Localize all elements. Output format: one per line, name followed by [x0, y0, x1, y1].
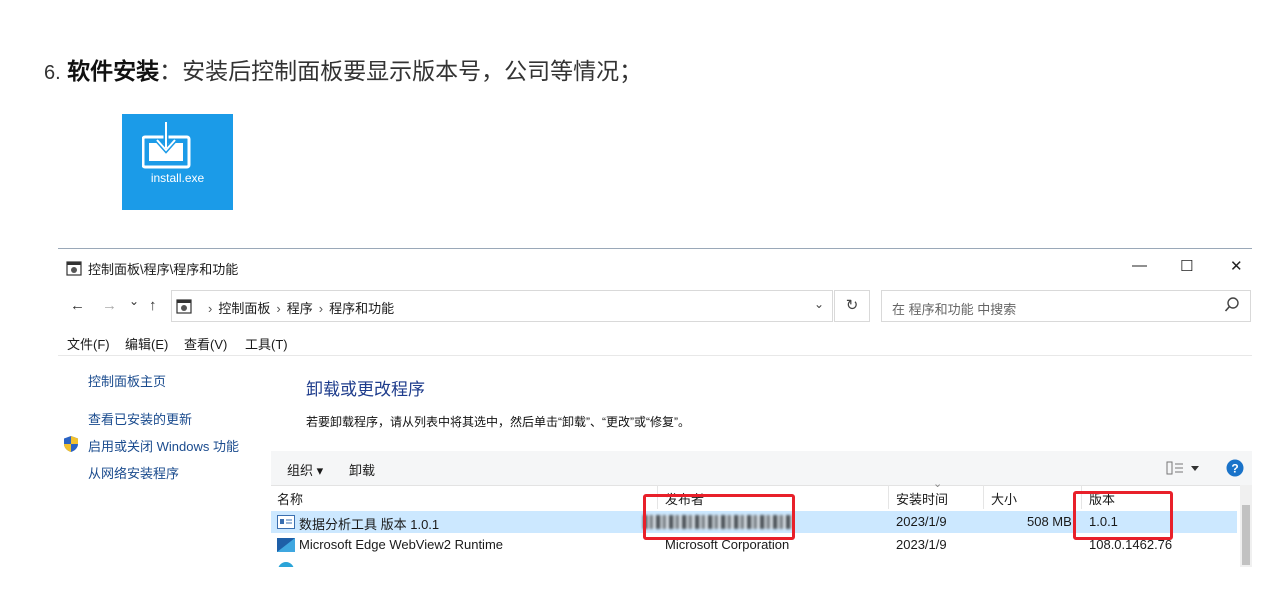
menu-view[interactable]: 查看(V)	[184, 334, 227, 353]
breadcrumb-separator: ›	[318, 301, 324, 316]
list-toolbar: 组织 ▾ 卸载 ?	[271, 451, 1252, 486]
help-icon[interactable]: ?	[1226, 459, 1244, 477]
search-input[interactable]: 在 程序和功能 中搜索	[881, 290, 1251, 322]
address-bar[interactable]: › 控制面板 › 程序 › 程序和功能 ⌄	[171, 290, 833, 322]
help-glyph: ?	[1231, 462, 1238, 476]
breadcrumb-separator: ›	[276, 301, 281, 316]
back-arrow-icon[interactable]: ←	[70, 297, 85, 314]
organize-button[interactable]: 组织 ▾	[287, 460, 323, 479]
step-title: 软件安装	[67, 58, 160, 84]
sort-indicator-icon: ⌄	[933, 478, 943, 490]
address-row: ← → ⌄ ↑ › 控制面板 › 程序 › 程序和功能 ⌄ ↻ 在 程序和功能 中搜索	[58, 289, 1252, 323]
step-heading: 6. 软件安装：安装后控制面板要显示版本号，公司等情况；	[44, 52, 642, 86]
scrollbar-thumb[interactable]	[1242, 505, 1250, 565]
breadcrumb-separator: ›	[208, 301, 213, 316]
page-subtitle: 若要卸载程序，请从列表中将其选中，然后单击“卸载”、“更改”或“修复”。	[306, 415, 690, 429]
search-placeholder: 在 程序和功能 中搜索	[892, 302, 1017, 317]
link-control-panel-home[interactable]: 控制面板主页	[88, 371, 166, 390]
cell-name: 数据分析工具 版本 1.0.1	[299, 517, 440, 532]
forward-arrow-icon[interactable]: →	[102, 297, 117, 314]
breadcrumb: › 控制面板 › 程序 › 程序和功能	[202, 298, 394, 317]
recent-locations-chevron-icon[interactable]: ⌄	[129, 294, 139, 308]
webview-runtime-icon	[277, 538, 295, 552]
close-button[interactable]: ✕	[1230, 257, 1243, 275]
menu-edit[interactable]: 编辑(E)	[125, 334, 168, 353]
cell-size: 508 MB	[1027, 514, 1072, 529]
page-title: 卸载或更改程序	[306, 380, 425, 399]
breadcrumb-programs[interactable]: 程序	[287, 301, 313, 316]
col-divider[interactable]	[888, 485, 889, 509]
link-install-from-network[interactable]: 从网络安装程序	[88, 463, 179, 482]
shield-icon	[64, 436, 78, 452]
col-divider[interactable]	[983, 485, 984, 509]
breadcrumb-control-panel[interactable]: 控制面板	[218, 301, 270, 316]
link-windows-features[interactable]: 启用或关闭 Windows 功能	[88, 436, 239, 455]
installer-file-tile[interactable]: install.exe	[122, 114, 233, 210]
search-icon[interactable]	[1224, 296, 1240, 314]
minimize-button[interactable]: —	[1132, 257, 1147, 274]
view-options-icon[interactable]	[1166, 461, 1200, 475]
menu-tools[interactable]: 工具(T)	[245, 334, 288, 353]
program-icon	[277, 515, 295, 529]
col-name[interactable]: 名称	[277, 489, 303, 508]
file-name: install.exe	[150, 171, 205, 185]
col-install-date[interactable]: 安装时间	[896, 489, 948, 508]
cell-install-date: 2023/1/9	[896, 514, 947, 529]
title-bar: 控制面板\程序\程序和功能 — ☐ ✕	[58, 249, 1252, 285]
menu-file[interactable]: 文件(F)	[67, 334, 110, 353]
uninstall-button[interactable]: 卸载	[349, 460, 375, 479]
vertical-scrollbar[interactable]	[1240, 485, 1252, 567]
refresh-button[interactable]: ↻	[834, 290, 870, 322]
step-number: 6.	[44, 62, 61, 84]
control-panel-icon	[66, 261, 82, 276]
col-size[interactable]: 大小	[991, 489, 1017, 508]
left-pane: 控制面板主页 查看已安装的更新 启用或关闭 Windows 功能 从网络安装程序	[58, 355, 268, 565]
window-title: 控制面板\程序\程序和功能	[88, 262, 239, 277]
menu-bar: 文件(F) 编辑(E) 查看(V) 工具(T)	[58, 331, 1252, 356]
publisher-highlight-box	[643, 494, 795, 540]
up-arrow-icon[interactable]: ↑	[149, 297, 157, 314]
cell-install-date: 2023/1/9	[896, 537, 947, 552]
breadcrumb-programs-features[interactable]: 程序和功能	[329, 301, 394, 316]
control-panel-small-icon	[176, 299, 192, 314]
version-highlight-box	[1073, 491, 1173, 540]
link-installed-updates[interactable]: 查看已安装的更新	[88, 409, 192, 428]
edge-icon	[278, 562, 294, 567]
table-row[interactable]	[271, 557, 1237, 567]
download-box-icon	[142, 122, 191, 169]
address-dropdown-icon[interactable]: ⌄	[814, 297, 824, 311]
maximize-button[interactable]: ☐	[1180, 257, 1193, 275]
step-description: ：安装后控制面板要显示版本号，公司等情况；	[159, 58, 643, 84]
cell-name: Microsoft Edge WebView2 Runtime	[299, 537, 504, 552]
programs-window: 控制面板\程序\程序和功能 — ☐ ✕ ← → ⌄ ↑ › 控制面板 › 程序 › 程序和…	[58, 248, 1252, 567]
